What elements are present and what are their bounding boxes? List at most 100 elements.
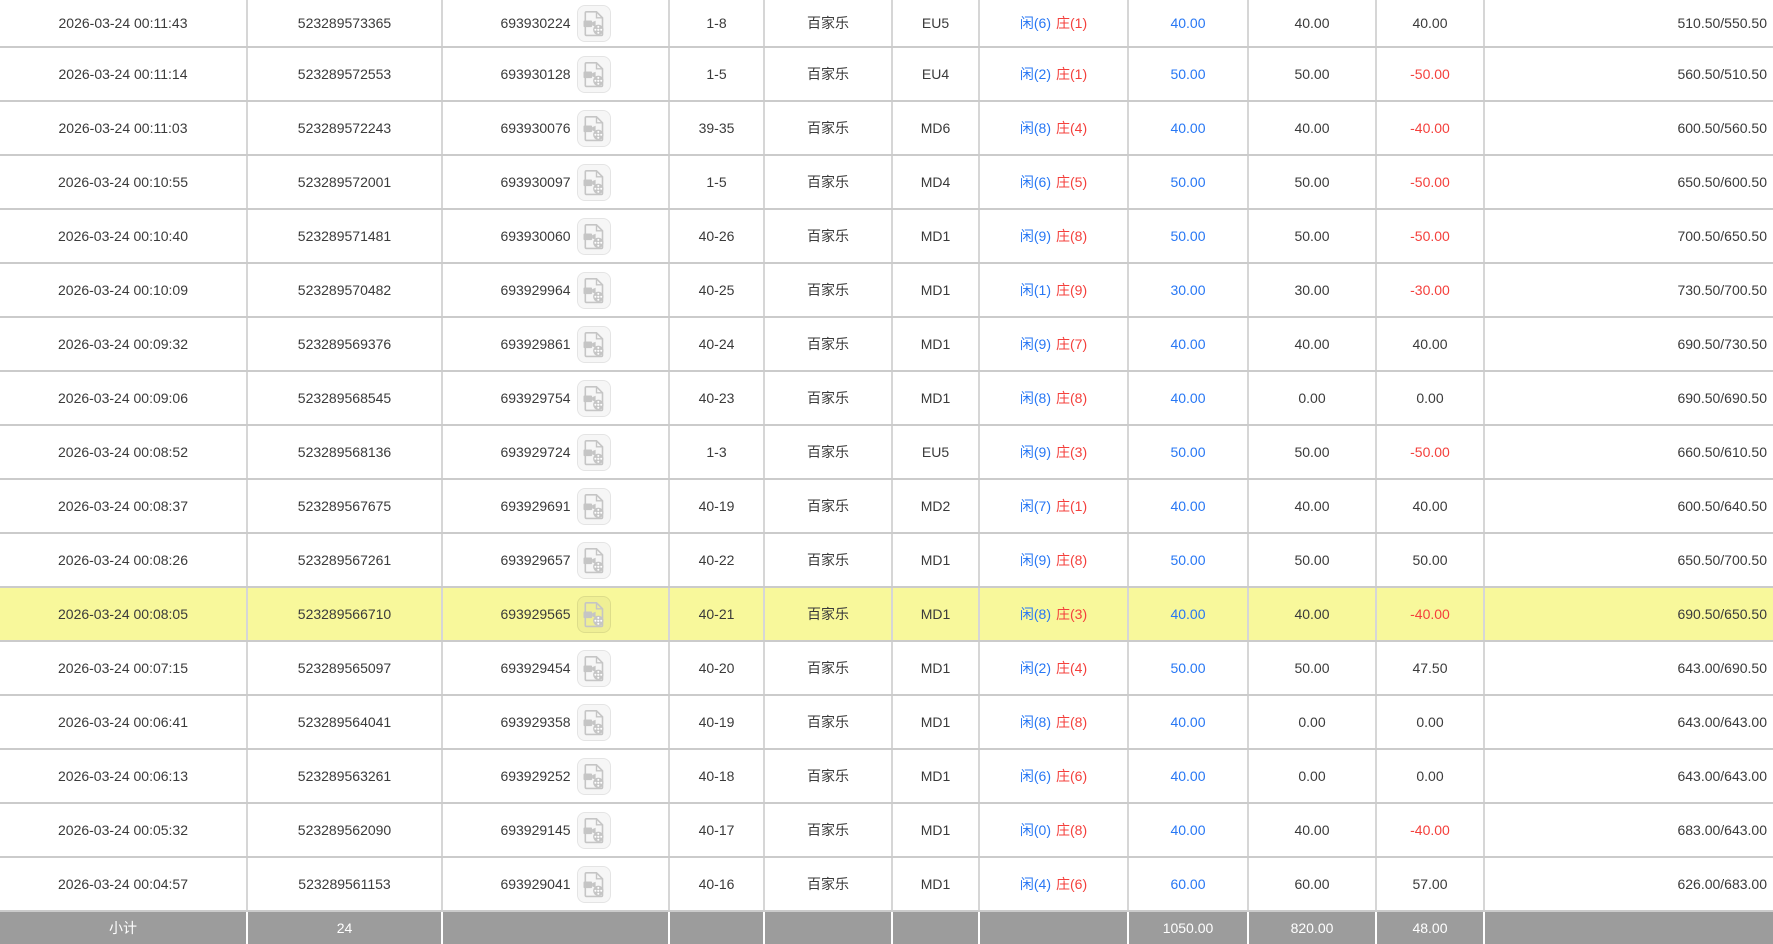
video-replay-button[interactable]: [577, 866, 611, 903]
cell-bet: 40.00: [1128, 479, 1248, 533]
cell-valid-bet: 30.00: [1248, 263, 1376, 317]
player-result: 闲(2): [1020, 660, 1051, 676]
banker-result: 庄(1): [1056, 15, 1087, 31]
cell-win-loss: 0.00: [1376, 749, 1484, 803]
table-row[interactable]: 2026-03-24 00:08:05 523289566710 6939295…: [0, 587, 1773, 641]
cell-result: 闲(6)庄(6): [979, 749, 1128, 803]
cell-bet: 40.00: [1128, 695, 1248, 749]
cell-game-no: 693930224: [500, 15, 570, 31]
cell-game-type: 百家乐: [764, 317, 892, 371]
table-row[interactable]: 2026-03-24 00:08:37 523289567675 6939296…: [0, 479, 1773, 533]
table-row[interactable]: 2026-03-24 00:08:26 523289567261 6939296…: [0, 533, 1773, 587]
cell-order-no: 523289569376: [247, 317, 442, 371]
video-replay-button[interactable]: [577, 596, 611, 633]
video-replay-button[interactable]: [577, 758, 611, 795]
cell-game-no: 693929724: [500, 444, 570, 460]
video-file-icon: [581, 546, 607, 574]
cell-order-no: 523289572553: [247, 47, 442, 101]
table-row[interactable]: 2026-03-24 00:04:57 523289561153 6939290…: [0, 857, 1773, 911]
video-file-icon: [581, 330, 607, 358]
video-replay-button[interactable]: [577, 56, 611, 93]
cell-game: 693930224: [442, 0, 669, 47]
table-row[interactable]: 2026-03-24 00:11:03 523289572243 6939300…: [0, 101, 1773, 155]
cell-order-no: 523289573365: [247, 0, 442, 47]
cell-valid-bet: 40.00: [1248, 587, 1376, 641]
cell-time: 2026-03-24 00:05:32: [0, 803, 247, 857]
cell-valid-bet: 40.00: [1248, 803, 1376, 857]
video-replay-button[interactable]: [577, 542, 611, 579]
cell-game-type: 百家乐: [764, 587, 892, 641]
cell-table-code: MD1: [892, 587, 979, 641]
banker-result: 庄(8): [1056, 390, 1087, 406]
cell-time: 2026-03-24 00:08:52: [0, 425, 247, 479]
table-row[interactable]: 2026-03-24 00:10:40 523289571481 6939300…: [0, 209, 1773, 263]
video-replay-button[interactable]: [577, 5, 611, 42]
cell-game-no: 693930060: [500, 228, 570, 244]
cell-valid-bet: 40.00: [1248, 0, 1376, 47]
player-result: 闲(9): [1020, 552, 1051, 568]
cell-result: 闲(8)庄(4): [979, 101, 1128, 155]
cell-result: 闲(2)庄(4): [979, 641, 1128, 695]
table-row[interactable]: 2026-03-24 00:09:32 523289569376 6939298…: [0, 317, 1773, 371]
video-replay-button[interactable]: [577, 164, 611, 201]
cell-balance: 650.50/600.50: [1484, 155, 1773, 209]
cell-game-type: 百家乐: [764, 425, 892, 479]
cell-win-loss: -30.00: [1376, 263, 1484, 317]
table-row[interactable]: 2026-03-24 00:06:41 523289564041 6939293…: [0, 695, 1773, 749]
video-replay-button[interactable]: [577, 326, 611, 363]
video-replay-button[interactable]: [577, 110, 611, 147]
video-file-icon: [581, 492, 607, 520]
cell-valid-bet: 50.00: [1248, 209, 1376, 263]
table-row[interactable]: 2026-03-24 00:11:14 523289572553 6939301…: [0, 47, 1773, 101]
cell-win-loss: -40.00: [1376, 101, 1484, 155]
subtotal-empty-cell: [979, 911, 1128, 944]
video-replay-button[interactable]: [577, 812, 611, 849]
cell-table-code: MD1: [892, 533, 979, 587]
video-replay-button[interactable]: [577, 380, 611, 417]
video-replay-button[interactable]: [577, 434, 611, 471]
table-row[interactable]: 2026-03-24 00:06:13 523289563261 6939292…: [0, 749, 1773, 803]
table-row[interactable]: 2026-03-24 00:07:15 523289565097 6939294…: [0, 641, 1773, 695]
cell-order-no: 523289565097: [247, 641, 442, 695]
video-replay-button[interactable]: [577, 272, 611, 309]
table-row[interactable]: 2026-03-24 00:05:32 523289562090 6939291…: [0, 803, 1773, 857]
video-replay-button[interactable]: [577, 488, 611, 525]
cell-bet: 50.00: [1128, 425, 1248, 479]
video-file-icon: [581, 168, 607, 196]
video-file-icon: [581, 438, 607, 466]
video-replay-button[interactable]: [577, 704, 611, 741]
cell-order-no: 523289568545: [247, 371, 442, 425]
cell-table-code: MD1: [892, 749, 979, 803]
player-result: 闲(2): [1020, 66, 1051, 82]
video-replay-button[interactable]: [577, 650, 611, 687]
cell-win-loss: 40.00: [1376, 317, 1484, 371]
cell-game: 693929358: [442, 695, 669, 749]
cell-result: 闲(8)庄(8): [979, 371, 1128, 425]
table-row[interactable]: 2026-03-24 00:10:09 523289570482 6939299…: [0, 263, 1773, 317]
cell-order-no: 523289572001: [247, 155, 442, 209]
table-row[interactable]: 2026-03-24 00:10:55 523289572001 6939300…: [0, 155, 1773, 209]
cell-balance: 600.50/560.50: [1484, 101, 1773, 155]
player-result: 闲(9): [1020, 444, 1051, 460]
cell-valid-bet: 40.00: [1248, 317, 1376, 371]
cell-table-code: MD1: [892, 263, 979, 317]
banker-result: 庄(6): [1056, 876, 1087, 892]
cell-game-no: 693929454: [500, 660, 570, 676]
cell-game-type: 百家乐: [764, 47, 892, 101]
video-replay-button[interactable]: [577, 218, 611, 255]
cell-win-loss: -40.00: [1376, 803, 1484, 857]
cell-balance: 660.50/610.50: [1484, 425, 1773, 479]
table-row[interactable]: 2026-03-24 00:09:06 523289568545 6939297…: [0, 371, 1773, 425]
table-row[interactable]: 2026-03-24 00:08:52 523289568136 6939297…: [0, 425, 1773, 479]
cell-game-type: 百家乐: [764, 857, 892, 911]
cell-valid-bet: 50.00: [1248, 47, 1376, 101]
cell-valid-bet: 0.00: [1248, 371, 1376, 425]
table-row[interactable]: 2026-03-24 00:11:43 523289573365 6939302…: [0, 0, 1773, 47]
cell-win-loss: -40.00: [1376, 587, 1484, 641]
subtotal-win-loss-total: 48.00: [1376, 911, 1484, 944]
cell-win-loss: 40.00: [1376, 0, 1484, 47]
video-file-icon: [581, 762, 607, 790]
cell-balance: 683.00/643.00: [1484, 803, 1773, 857]
cell-result: 闲(9)庄(8): [979, 533, 1128, 587]
cell-time: 2026-03-24 00:10:40: [0, 209, 247, 263]
